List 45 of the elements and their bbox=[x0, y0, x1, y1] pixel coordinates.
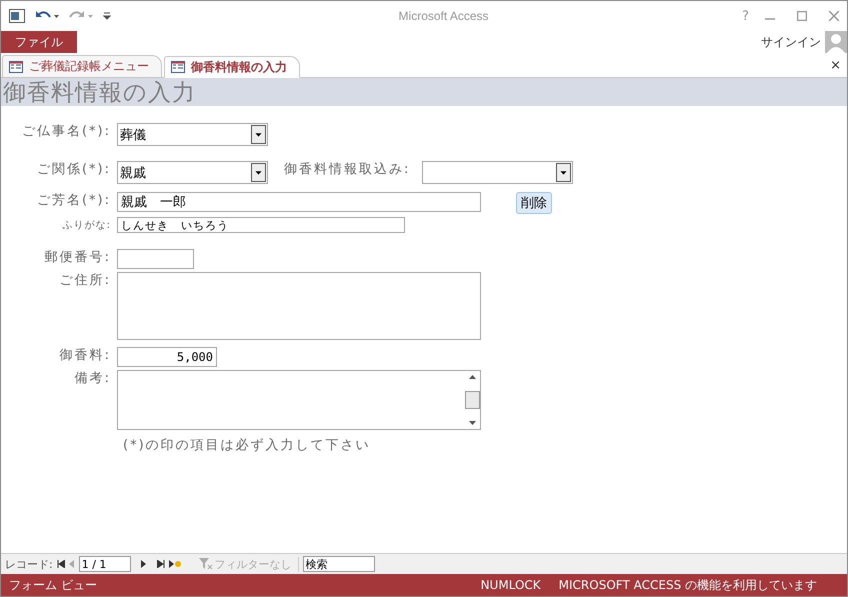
file-tab[interactable]: ファイル bbox=[1, 31, 77, 53]
maximize-icon[interactable] bbox=[797, 11, 807, 21]
field-label: 備考: bbox=[74, 370, 112, 388]
sign-in-link[interactable]: サインイン bbox=[761, 34, 821, 50]
record-label: レコード: bbox=[5, 556, 53, 572]
search-field[interactable]: 検索 bbox=[302, 556, 375, 572]
form-title: 御香料情報の入力 bbox=[2, 78, 196, 108]
close-icon[interactable] bbox=[829, 11, 839, 21]
text-field[interactable]: しんせき いちろう bbox=[117, 217, 405, 233]
scroll-down-icon[interactable] bbox=[468, 421, 476, 425]
window-title: Microsoft Access bbox=[398, 9, 490, 23]
field-label: 郵便番号: bbox=[44, 249, 112, 267]
app-icon[interactable] bbox=[9, 9, 25, 23]
next-record-icon[interactable] bbox=[140, 560, 147, 568]
last-record-icon[interactable] bbox=[156, 560, 165, 568]
new-record-icon[interactable] bbox=[168, 560, 181, 568]
document-tab[interactable]: 御香料情報の入力 bbox=[164, 56, 300, 78]
form-icon bbox=[171, 61, 185, 73]
field-label: ご関係(*): bbox=[36, 161, 112, 179]
field-label: ご芳名(*): bbox=[36, 192, 112, 210]
combo-box[interactable] bbox=[422, 161, 574, 184]
scroll-up-icon[interactable] bbox=[468, 375, 476, 379]
view-status: フォーム ビュー bbox=[9, 576, 97, 594]
status-message: MICROSOFT ACCESS の機能を利用しています bbox=[558, 576, 817, 594]
form-icon bbox=[9, 60, 23, 72]
field-label: 御香料情報取込み: bbox=[284, 161, 410, 179]
numlock-status: NUMLOCK bbox=[480, 578, 541, 592]
customize-icon[interactable] bbox=[103, 12, 111, 20]
field-label: ご住所: bbox=[58, 272, 112, 290]
combo-box[interactable]: 親戚 bbox=[117, 161, 268, 184]
field-label: ふりがな: bbox=[62, 219, 112, 233]
required-note: (*)の印の項目は必ず入力して下さい bbox=[123, 437, 372, 454]
field-label: 御香料: bbox=[58, 347, 112, 365]
document-tab[interactable]: ご葬儀記録帳メニュー bbox=[2, 55, 162, 77]
text-field[interactable] bbox=[117, 249, 194, 269]
text-field[interactable]: 親戚 一郎 bbox=[117, 192, 481, 212]
scrollbar-thumb[interactable] bbox=[464, 391, 480, 409]
close-tab-button[interactable]: × bbox=[830, 58, 841, 72]
filter-icon bbox=[198, 558, 213, 570]
record-number-field[interactable]: 1 / 1 bbox=[78, 556, 131, 572]
combo-box[interactable]: 葬儀 bbox=[117, 123, 268, 146]
first-record-icon[interactable] bbox=[56, 560, 65, 568]
field-label: ご仏事名(*): bbox=[20, 123, 112, 141]
delete-button[interactable]: 削除 bbox=[516, 192, 552, 214]
number-field[interactable]: 5,000 bbox=[117, 347, 217, 367]
